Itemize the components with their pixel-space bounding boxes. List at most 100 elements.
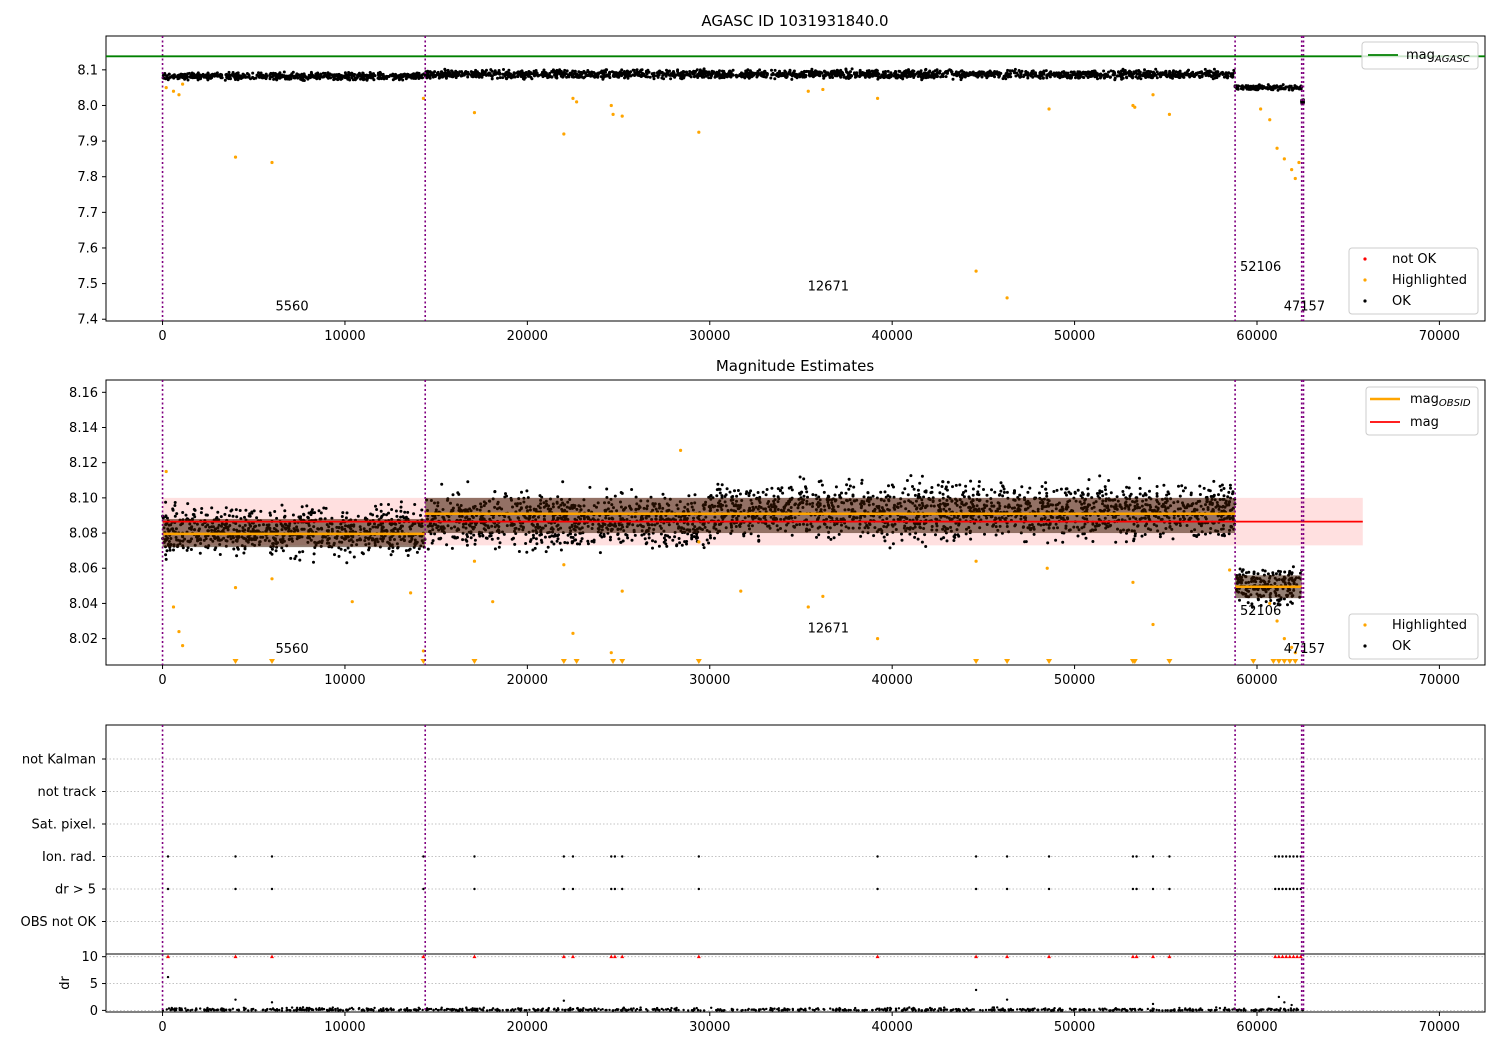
ok-point — [524, 542, 528, 545]
ok-point — [1277, 85, 1281, 89]
ok-point — [736, 489, 740, 492]
ok-point — [343, 71, 347, 75]
ok-point — [1229, 72, 1233, 76]
ok-point — [441, 74, 445, 78]
highlighted-point — [1268, 118, 1272, 122]
ok-point — [255, 73, 259, 77]
ok-point — [646, 68, 650, 72]
ok-point — [1041, 76, 1045, 80]
ok-point — [457, 492, 461, 496]
ok-point — [1174, 75, 1178, 78]
ok-point — [814, 73, 818, 77]
agasc-x-tick-label: 50000 — [1054, 329, 1095, 344]
agasc-x-tick-label: 20000 — [507, 329, 548, 344]
ok-point — [385, 513, 388, 517]
ok-point — [252, 77, 256, 81]
ok-point — [578, 542, 582, 546]
ok-point — [636, 70, 640, 74]
ok-point — [911, 70, 915, 74]
ok-point — [784, 70, 787, 74]
ok-point — [1176, 70, 1180, 74]
ok-point — [307, 73, 311, 77]
ok-point — [558, 541, 562, 545]
ok-point — [773, 77, 777, 81]
ok-point — [571, 69, 575, 73]
ok-point — [903, 72, 907, 76]
ok-point — [1178, 74, 1182, 78]
ok-point — [507, 68, 511, 72]
highlighted-point — [233, 155, 238, 159]
ok-point — [172, 76, 176, 80]
ok-point — [251, 71, 255, 75]
ok-point — [954, 483, 958, 487]
ok-point — [590, 73, 594, 77]
ok-point — [548, 71, 552, 75]
ok-point — [406, 510, 410, 514]
ok-point — [688, 73, 692, 77]
ok-point — [420, 76, 424, 80]
ok-point — [657, 544, 661, 548]
ok-point — [647, 536, 651, 540]
ok-point — [620, 491, 624, 495]
ok-point — [345, 561, 349, 565]
ok-point — [1273, 84, 1277, 88]
highlighted-point — [1151, 93, 1155, 97]
ok-point — [1222, 494, 1226, 498]
ok-point — [871, 494, 875, 498]
ok-point — [596, 74, 600, 78]
ok-point — [1113, 76, 1117, 80]
ok-point — [485, 68, 488, 72]
ok-point — [901, 77, 905, 81]
legend-agasc: magAGASC — [1361, 41, 1479, 70]
ok-point — [1026, 76, 1030, 80]
ok-point — [984, 73, 988, 77]
ok-point — [361, 74, 365, 77]
agasc-x-tick-label: 60000 — [1236, 329, 1277, 344]
ok-point — [1155, 492, 1159, 496]
ok-point — [497, 545, 501, 549]
ok-point — [1022, 73, 1026, 77]
ok-point — [481, 70, 485, 73]
ok-point — [327, 74, 331, 78]
ok-point — [475, 70, 479, 74]
ok-point — [935, 75, 939, 79]
ok-point — [525, 489, 529, 493]
ok-point — [527, 70, 531, 73]
ok-point — [613, 74, 617, 78]
agasc-y-tick-label: 8.0 — [77, 99, 98, 114]
ok-point — [735, 74, 739, 78]
ok-point — [177, 76, 181, 80]
ok-point — [847, 72, 850, 76]
ok-point — [626, 69, 629, 73]
ok-point — [847, 477, 851, 481]
ok-point — [1086, 487, 1090, 491]
ok-point — [989, 73, 993, 77]
ok-point — [632, 68, 636, 72]
ok-point — [387, 503, 390, 506]
ok-point — [916, 75, 920, 78]
ok-point — [677, 537, 681, 540]
ok-point — [368, 71, 372, 74]
agasc-y-tick-label: 7.8 — [77, 170, 98, 185]
ok-point — [798, 475, 802, 479]
ok-point — [765, 72, 769, 76]
ok-point — [998, 74, 1001, 78]
ok-point — [461, 538, 465, 542]
ok-point — [431, 75, 435, 79]
ok-point — [1058, 71, 1062, 75]
ok-point — [268, 75, 272, 79]
ok-point — [773, 68, 777, 72]
ok-point — [707, 541, 711, 545]
ok-point — [300, 505, 304, 509]
highlighted-point — [171, 89, 176, 93]
ok-point — [342, 75, 346, 78]
ok-point — [353, 78, 357, 82]
ok-point — [781, 491, 785, 495]
ok-point — [917, 72, 921, 76]
ok-point — [1048, 75, 1052, 79]
ok-point — [575, 75, 579, 79]
ok-point — [244, 508, 248, 512]
ok-point — [608, 538, 612, 542]
ok-point — [235, 515, 239, 519]
ok-point — [921, 72, 925, 76]
